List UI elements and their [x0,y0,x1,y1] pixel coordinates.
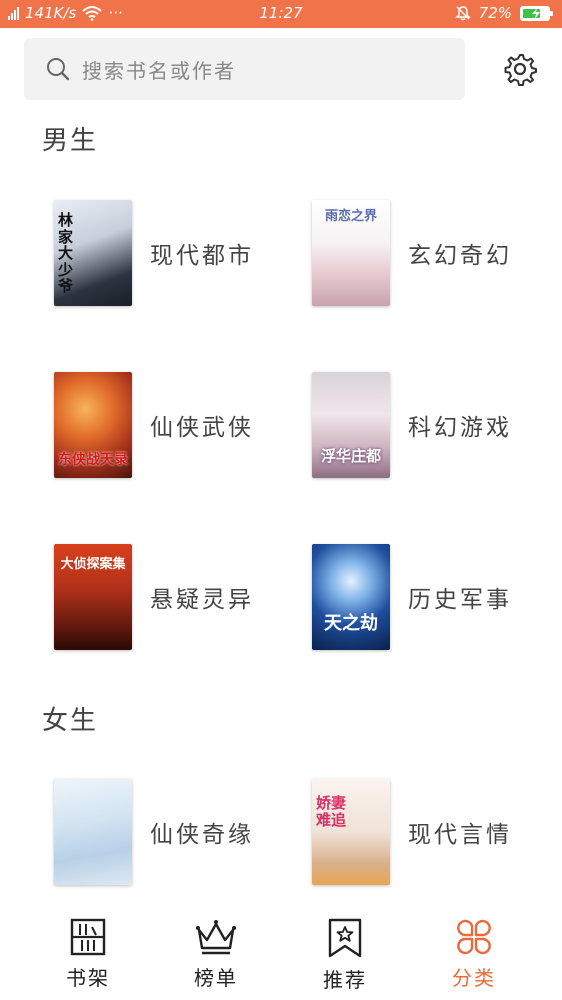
category-label: 悬疑灵异 [150,587,254,613]
category-fantasy[interactable]: 雨恋之界 玄幻奇幻 [312,198,562,308]
category-mystery-supernatural[interactable]: 大侦探案集 悬疑灵异 [54,542,304,652]
status-bar: 141K/s ··· 11:27 72% [0,0,562,28]
category-cover: 雨恋之界 [312,200,390,306]
category-label: 仙侠奇缘 [150,822,254,848]
category-cover: 大侦探案集 [54,544,132,650]
category-grid-icon [457,919,491,955]
bell-muted-icon [454,6,471,21]
category-cover: 东侠战天录 [54,372,132,478]
category-label: 现代都市 [150,243,254,269]
status-right: 72% [454,4,553,22]
tab-recommend[interactable]: 推荐 [290,918,400,993]
search-bar[interactable]: 搜索书名或作者 [24,38,465,100]
category-label: 玄幻奇幻 [408,243,512,269]
battery-icon [520,5,553,21]
category-cover: 林家大少爷 [54,200,132,306]
category-modern-city[interactable]: 林家大少爷 现代都市 [54,198,304,308]
cover-title: 天之劫 [324,613,378,635]
category-scifi-game[interactable]: 浮华庄都 科幻游戏 [312,370,562,480]
cover-title: 浮华庄都 [320,446,381,465]
crown-icon [196,920,236,955]
cover-title: 东侠战天录 [58,451,128,468]
tab-label: 推荐 [323,968,367,992]
category-modern-romance[interactable]: 娇妻难追 现代言情 [312,777,562,887]
tab-label: 分类 [452,966,496,990]
section-title-female: 女生 [42,706,99,736]
bookshelf-icon [70,918,106,956]
gear-icon[interactable] [502,51,538,87]
tab-label: 书架 [66,966,110,990]
search-placeholder: 搜索书名或作者 [82,58,236,83]
tab-ranking[interactable]: 榜单 [161,918,271,991]
cover-title: 娇妻难追 [316,794,347,829]
tab-bookshelf[interactable]: 书架 [33,918,143,991]
tab-label: 榜单 [194,966,238,990]
cover-title: 雨恋之界 [324,209,377,224]
category-label: 科幻游戏 [408,415,512,441]
tab-category[interactable]: 分类 [419,918,529,991]
search-icon [47,58,70,81]
category-history-military[interactable]: 天之劫 历史军事 [312,542,562,652]
bookmark-star-icon [328,918,362,958]
bottom-tab-bar: 书架 榜单 推荐 分类 [0,908,562,1000]
category-label: 现代言情 [408,822,512,848]
category-cover: 天之劫 [312,544,390,650]
category-cover: 娇妻难追 [312,779,390,885]
section-title-male: 男生 [42,126,99,156]
category-label: 仙侠武侠 [150,415,254,441]
cover-title: 大侦探案集 [60,557,126,572]
category-cover: 浮华庄都 [312,372,390,478]
category-xianxia-wuxia[interactable]: 东侠战天录 仙侠武侠 [54,370,304,480]
category-cover [54,779,132,885]
category-label: 历史军事 [408,587,512,613]
category-xianxia-romance[interactable]: 仙侠奇缘 [54,777,304,887]
cover-title: 林家大少爷 [58,211,74,295]
battery-percent: 72% [478,4,512,22]
